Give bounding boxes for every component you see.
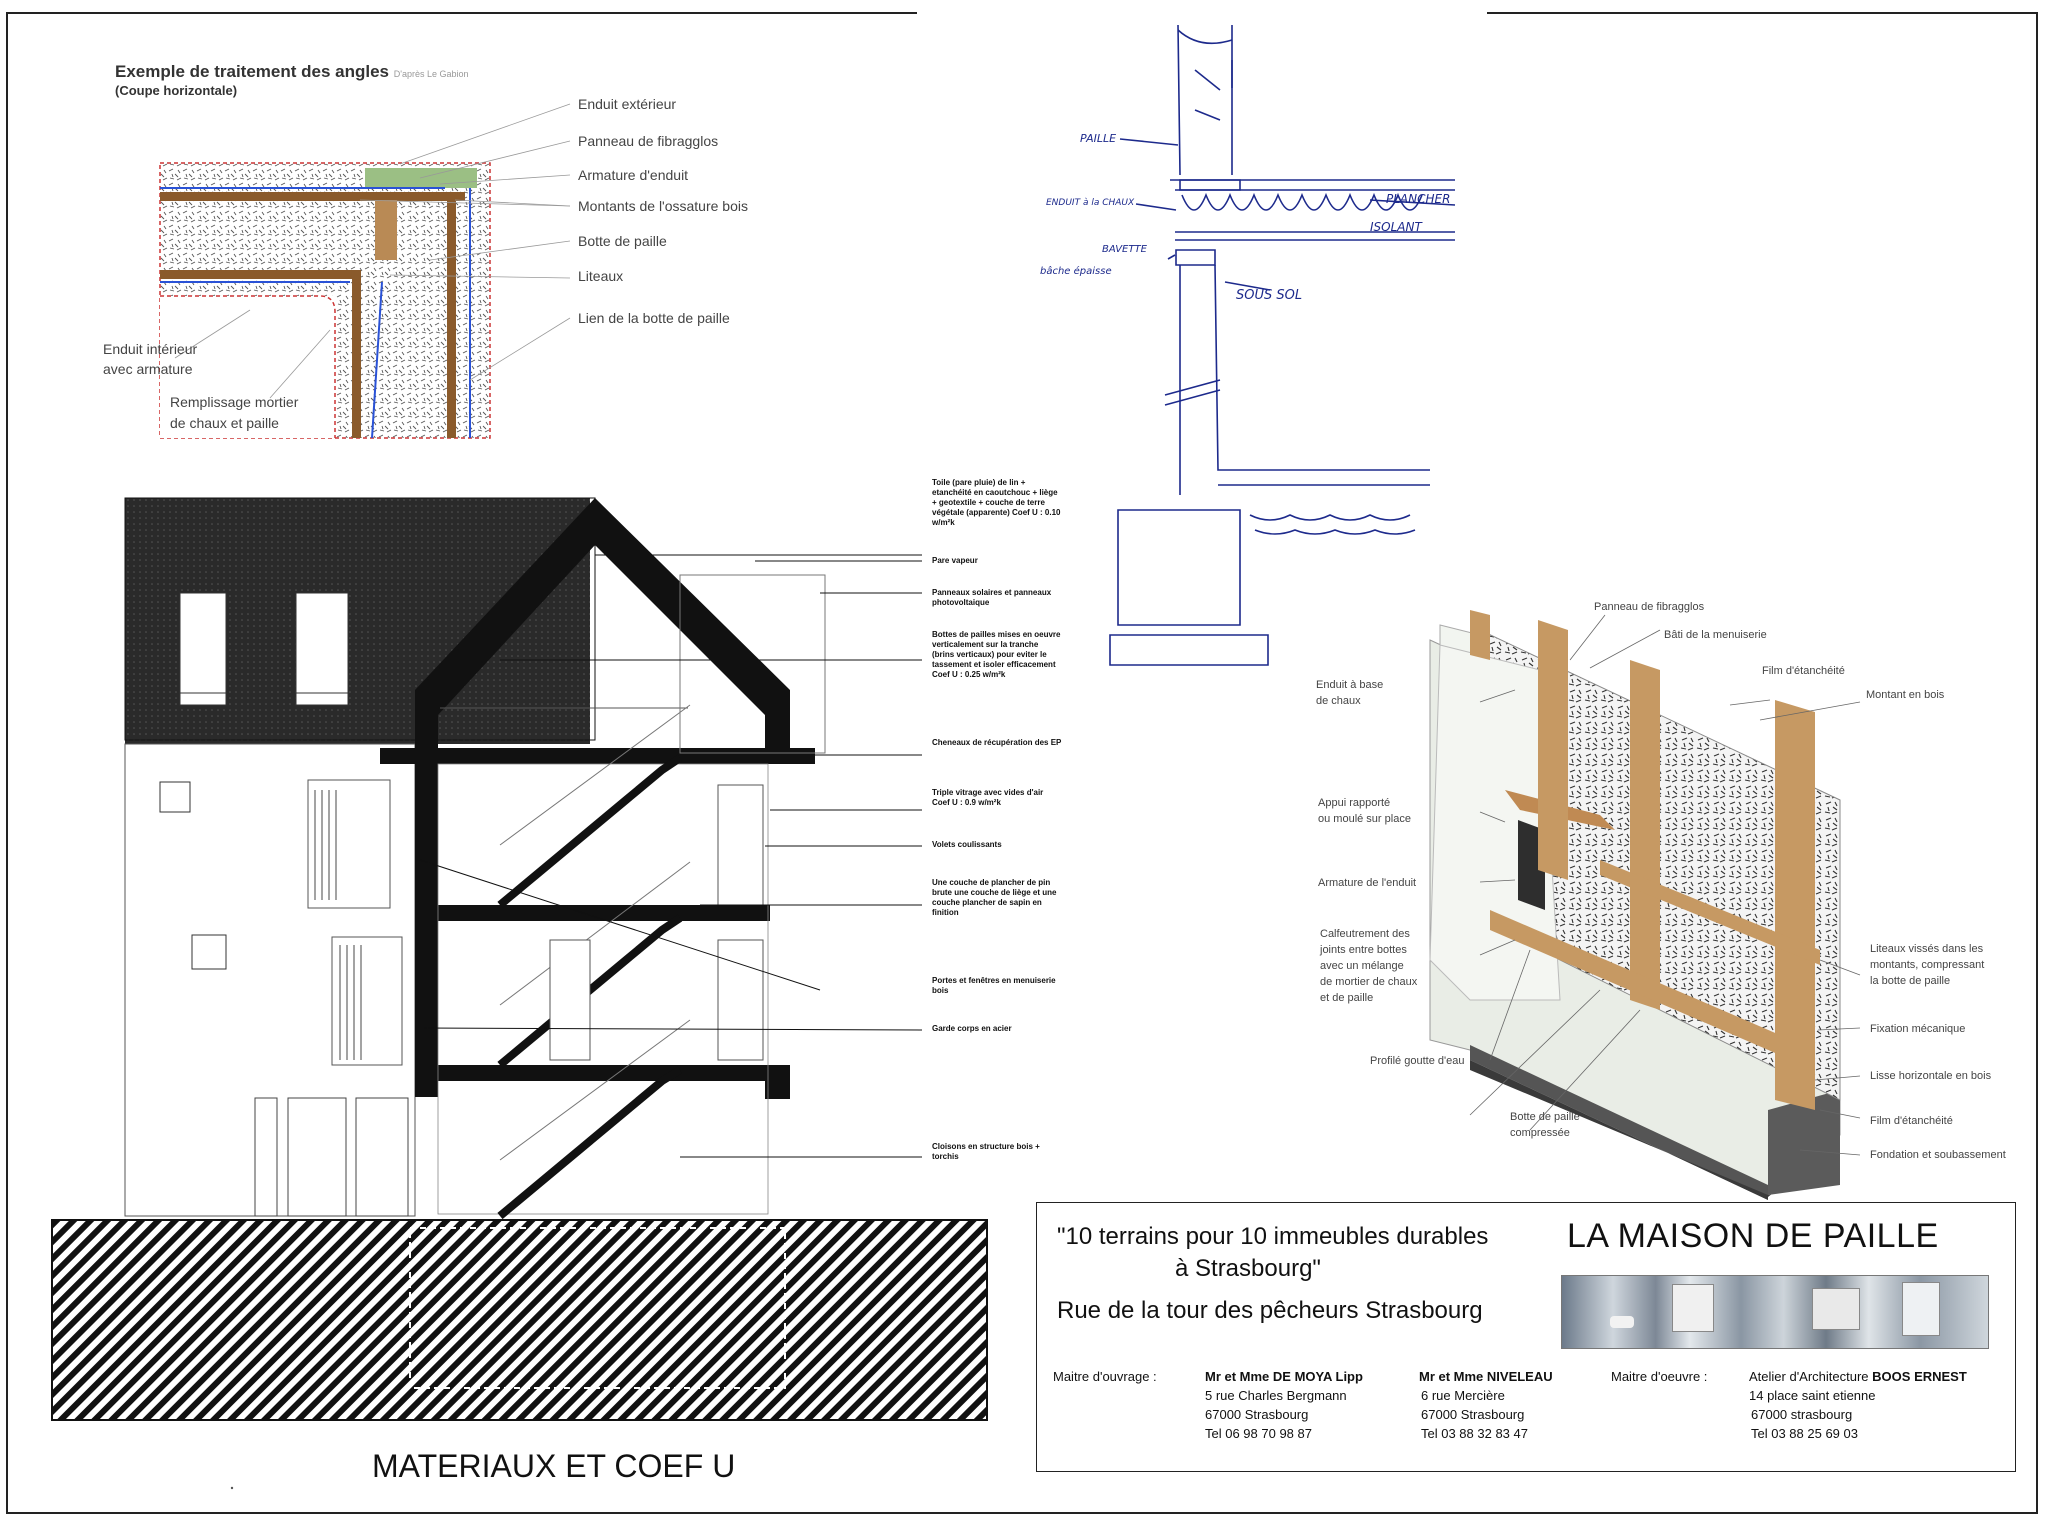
iso-label-botte-1: Botte de paille xyxy=(1510,1111,1580,1123)
architect-city: 67000 strasbourg xyxy=(1751,1407,1853,1422)
iso-label-liteaux-1: Liteaux vissés dans les xyxy=(1870,943,1984,955)
stray-mark xyxy=(230,1486,234,1490)
iso-label-liteaux-2: montants, compressant xyxy=(1870,959,1985,971)
iso-label-calf-3: avec un mélange xyxy=(1320,960,1404,972)
iso-label-enduit-2: de chaux xyxy=(1316,695,1361,707)
corner-detail-subtitle: (Coupe horizontale) xyxy=(115,83,238,98)
title-block-brand: LA MAISON DE PAILLE xyxy=(1567,1217,1939,1255)
iso-label-armature: Armature de l'enduit xyxy=(1318,877,1417,889)
iso-label-calf-5: et de paille xyxy=(1320,992,1374,1004)
title-block-line1: "10 terrains pour 10 immeubles durables xyxy=(1057,1223,1489,1250)
iso-label-enduit-1: Enduit à base xyxy=(1316,679,1384,691)
client1-tel: Tel 06 98 70 98 87 xyxy=(1205,1426,1312,1441)
note-pare-vapeur: Pare vapeur xyxy=(932,556,978,565)
sketch-label-bavette: BAVETTE xyxy=(1102,244,1147,255)
iso-label-panneau: Panneau de fibragglos xyxy=(1594,601,1705,613)
iso-label-montant: Montant en bois xyxy=(1866,689,1945,701)
sketch-label-enduit: ENDUIT à la CHAUX xyxy=(1046,198,1135,208)
corner-detail-title: Exemple de traitement des angles D'après… xyxy=(115,62,469,81)
iso-label-botte-2: compressée xyxy=(1510,1127,1570,1139)
maitre-ouvrage-label: Maitre d'ouvrage : xyxy=(1053,1369,1157,1384)
corner-label-remplissage: Remplissage mortier xyxy=(170,394,299,410)
architect-tel: Tel 03 88 25 69 03 xyxy=(1751,1426,1858,1441)
iso-label-appui-1: Appui rapporté xyxy=(1318,797,1391,809)
building-render-1 xyxy=(1672,1284,1714,1332)
sketch-label-paille: PAILLE xyxy=(1080,132,1117,145)
building-section-drawing xyxy=(51,497,988,1421)
iso-label-calf-2: joints entre bottes xyxy=(1320,944,1407,956)
note-cloisons: Cloisons en structure bois + torchis xyxy=(932,1142,1040,1161)
architect-name: BOOS ERNEST xyxy=(1872,1369,1967,1384)
maitre-oeuvre-label: Maitre d'oeuvre : xyxy=(1611,1369,1708,1384)
sketch-label-plancher: PLANCHER xyxy=(1386,192,1451,206)
note-portes: Portes et fenêtres en menuiserie bois xyxy=(932,976,1056,995)
iso-label-calf-1: Calfeutrement des xyxy=(1320,928,1410,940)
architect-address: 14 place saint etienne xyxy=(1749,1388,1876,1403)
iso-label-lisse: Lisse horizontale en bois xyxy=(1870,1070,1992,1082)
corner-label-enduit-exterieur: Enduit extérieur xyxy=(578,96,677,112)
corner-label-montants: Montants de l'ossature bois xyxy=(578,198,748,214)
corner-label-panneau: Panneau de fibragglos xyxy=(578,133,719,149)
note-cheneaux: Cheneaux de récupération des EP xyxy=(932,738,1062,747)
corner-label-armature-left: avec armature xyxy=(103,361,193,377)
note-toile: Toile (pare pluie) de lin + etanchéité e… xyxy=(932,478,1061,527)
client2-name: Mr et Mme NIVELEAU xyxy=(1419,1369,1553,1384)
iso-label-calf-4: de mortier de chaux xyxy=(1320,976,1418,988)
building-render-2 xyxy=(1812,1288,1860,1330)
corner-label-lien: Lien de la botte de paille xyxy=(578,310,730,326)
foundation-sketch xyxy=(1109,24,1456,666)
corner-label-armature: Armature d'enduit xyxy=(578,167,689,183)
note-panneaux: Panneaux solaires et panneaux photovolta… xyxy=(932,588,1052,607)
title-block-line2: à Strasbourg" xyxy=(1175,1255,1321,1282)
corner-label-botte: Botte de paille xyxy=(578,233,667,249)
client1-address: 5 rue Charles Bergmann xyxy=(1205,1388,1347,1403)
corner-detail-drawing xyxy=(159,103,571,439)
title-block: "10 terrains pour 10 immeubles durables … xyxy=(1036,1202,2016,1472)
client2-address: 6 rue Mercière xyxy=(1421,1388,1505,1403)
architect-line: Atelier d'Architecture BOOS ERNEST xyxy=(1749,1369,1967,1384)
iso-label-film-top: Film d'étanchéité xyxy=(1762,665,1845,677)
corner-label-chaux: de chaux et paille xyxy=(170,415,279,431)
iso-label-film-bottom: Film d'étanchéité xyxy=(1870,1115,1953,1127)
corner-label-enduit-interieur: Enduit intérieur xyxy=(103,341,198,357)
corner-detail-title-note: D'après Le Gabion xyxy=(393,69,469,79)
iso-label-fondation: Fondation et soubassement xyxy=(1870,1149,2006,1161)
iso-label-appui-2: ou moulé sur place xyxy=(1318,813,1411,825)
iso-label-fixation: Fixation mécanique xyxy=(1870,1023,1966,1035)
building-render-3 xyxy=(1902,1282,1940,1336)
car-image xyxy=(1610,1316,1634,1328)
client1-city: 67000 Strasbourg xyxy=(1205,1407,1309,1422)
isometric-wall-drawing xyxy=(1429,610,1861,1200)
note-triple-vitrage: Triple vitrage avec vides d'air Coef U :… xyxy=(932,788,1044,807)
sketch-label-sous-sol: SOUS SOL xyxy=(1236,288,1303,303)
sketch-label-bache: bâche épaisse xyxy=(1040,266,1112,277)
note-garde-corps: Garde corps en acier xyxy=(932,1024,1012,1033)
footer-title: MATERIAUX ET COEF U xyxy=(372,1448,736,1484)
note-bottes: Bottes de pailles mises en oeuvre vertic… xyxy=(932,630,1061,679)
title-block-line3: Rue de la tour des pêcheurs Strasbourg xyxy=(1057,1297,1483,1324)
iso-label-profile: Profilé goutte d'eau xyxy=(1370,1055,1465,1067)
note-plancher: Une couche de plancher de pin brute une … xyxy=(932,878,1057,917)
note-volets: Volets coulissants xyxy=(932,840,1002,849)
corner-label-liteaux: Liteaux xyxy=(578,268,624,284)
sketch-label-isolant: ISOLANT xyxy=(1370,220,1422,234)
client2-tel: Tel 03 88 32 83 47 xyxy=(1421,1426,1528,1441)
iso-label-liteaux-3: la botte de paille xyxy=(1870,975,1951,987)
client1-name: Mr et Mme DE MOYA Lipp xyxy=(1205,1369,1363,1384)
renderings-strip xyxy=(1561,1275,1989,1349)
iso-label-bati: Bâti de la menuiserie xyxy=(1664,629,1767,641)
client2-city: 67000 Strasbourg xyxy=(1421,1407,1525,1422)
